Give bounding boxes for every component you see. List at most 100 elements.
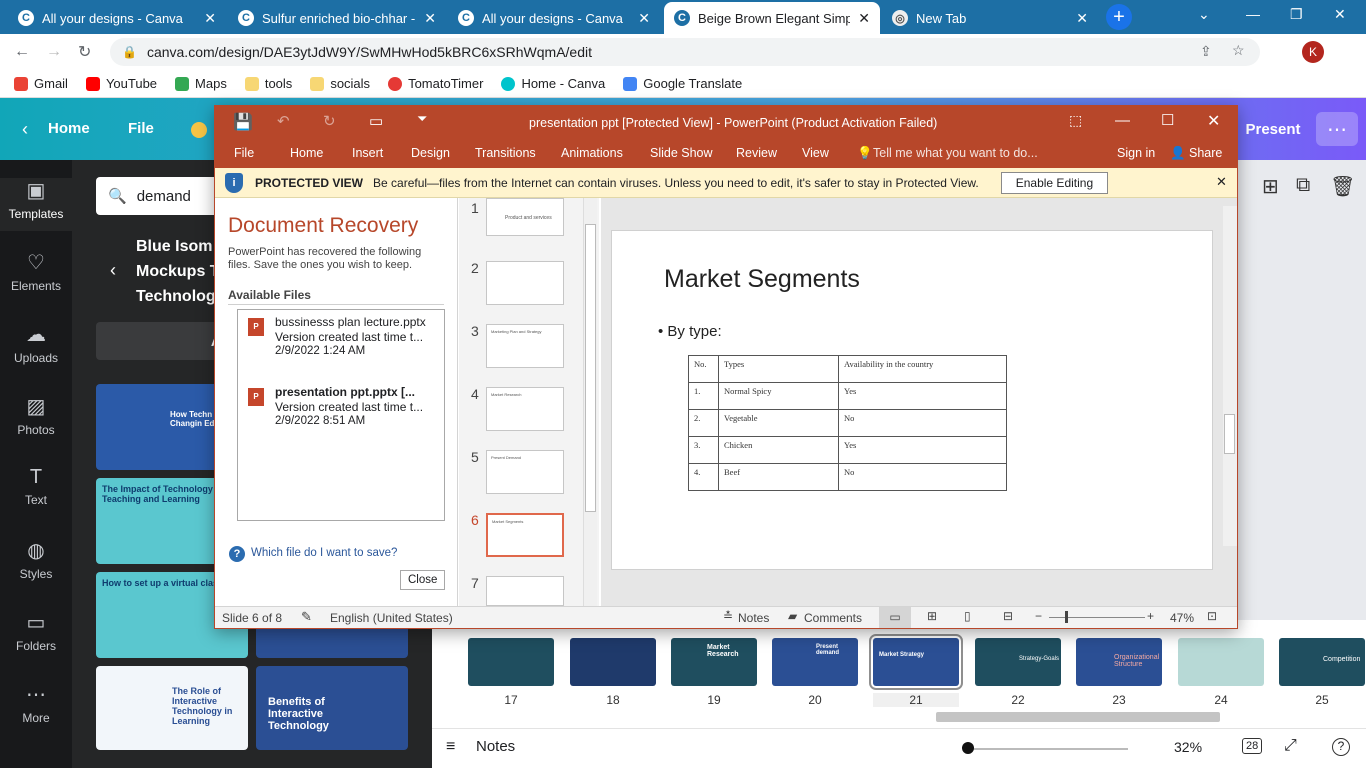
current-slide[interactable]: Market Segments • By type: No. Types Avail… [611,230,1213,570]
page-thumbnail[interactable] [570,638,656,686]
slide-thumbnail-selected[interactable]: Market Segments [486,513,564,557]
share-page-icon[interactable]: ⇪ [1200,43,1212,60]
close-tab-icon[interactable]: ✕ [424,10,436,27]
zoom-slider[interactable] [1049,617,1145,618]
tab-design[interactable]: Design [411,146,450,160]
bookmark-gmail[interactable]: Gmail [14,76,68,91]
thumbnail-scrollbar[interactable] [583,198,597,606]
new-tab-button[interactable]: + [1106,4,1132,30]
page-count[interactable]: 28 [1242,738,1263,754]
back-chevron-icon[interactable]: ‹ [110,260,116,281]
language-indicator[interactable]: English (United States) [330,611,453,625]
reading-view-icon[interactable]: ▯ [964,609,971,623]
help-icon[interactable]: ? [1332,738,1350,756]
slideshow-view-icon[interactable]: ⊟ [1003,609,1013,623]
zoom-level[interactable]: 32% [1174,739,1202,755]
rail-folders[interactable]: ▭ Folders [0,610,72,653]
recovered-file-item[interactable]: P bussinesss plan lecture.pptx Version c… [238,310,444,370]
slide-thumbnail[interactable]: Present Demand [486,450,564,494]
close-tab-icon[interactable]: ✕ [858,10,870,27]
tab-search-icon[interactable]: ⌄ [1198,6,1210,23]
back-icon[interactable]: ← [14,43,30,61]
browser-tab[interactable]: C Sulfur enriched bio-chhar - R ✕ [228,2,446,34]
browser-tab[interactable]: ◎ New Tab ✕ [882,2,1098,34]
rail-styles[interactable]: ◍ Styles [0,538,72,581]
slide-thumbnail[interactable]: Market Research [486,387,564,431]
sign-in-link[interactable]: Sign in [1117,146,1155,160]
start-slideshow-icon[interactable]: ▭ [369,112,383,130]
bookmark-star-icon[interactable]: ☆ [1232,42,1245,59]
page-thumbnail[interactable] [468,638,554,686]
undo-icon[interactable]: ↶ [277,112,290,130]
page-thumbnail[interactable]: Strategy-Goals [975,638,1061,686]
template-thumbnail[interactable]: Benefits of Interactive Technology [256,666,408,750]
delete-page-icon[interactable]: 🗑 [1330,174,1355,199]
scrollbar-thumb[interactable] [585,224,596,512]
page-thumbnail-selected[interactable]: Market Strategy [869,634,963,690]
page-thumbnail[interactable] [1178,638,1264,686]
bookmark-folder-tools[interactable]: tools [244,76,292,91]
slide-sorter-icon[interactable]: ⊞ [927,609,937,623]
fullscreen-icon[interactable]: ⤢ [1284,737,1297,755]
rail-templates[interactable]: ▣ Templates [0,178,72,231]
slide-thumbnail[interactable]: Product and services [486,198,564,236]
notes-toggle[interactable]: Notes [738,611,769,625]
restore-window-icon[interactable]: ❐ [1290,6,1303,23]
rail-photos[interactable]: ▨ Photos [0,394,72,437]
page-thumbnail[interactable]: Organizational Structure [1076,638,1162,686]
zoom-out-icon[interactable]: − [1035,609,1042,623]
enable-editing-button[interactable]: Enable Editing [1000,171,1109,194]
bookmark-maps[interactable]: Maps [175,76,227,91]
close-tab-icon[interactable]: ✕ [638,10,650,27]
close-icon[interactable]: ✕ [1207,111,1220,131]
zoom-percentage[interactable]: 47% [1170,611,1194,625]
forward-icon[interactable]: → [46,43,62,61]
share-button[interactable]: Share [1189,146,1222,160]
add-page-icon[interactable]: ⊞ [1262,174,1279,199]
tab-slide-show[interactable]: Slide Show [650,146,713,160]
duplicate-page-icon[interactable]: ⧉ [1296,174,1310,197]
page-thumbnail[interactable]: Market Research [671,638,757,686]
browser-tab[interactable]: C All your designs - Canva ✕ [8,2,226,34]
fit-to-window-icon[interactable]: ⊡ [1207,609,1217,623]
slide-thumbnail[interactable]: Marketing Plan and Strategy [486,324,564,368]
tab-insert[interactable]: Insert [352,146,383,160]
bookmark-tomatotimer[interactable]: TomatoTimer [388,76,483,91]
close-message-icon[interactable]: ✕ [1216,174,1227,190]
rail-elements[interactable]: ♡ Elements [0,250,72,293]
save-icon[interactable]: 💾 [233,112,253,132]
slide-thumbnail[interactable] [486,261,564,305]
scrollbar-thumb[interactable] [1224,414,1235,454]
zoom-slider-handle[interactable] [1065,611,1068,623]
rail-more[interactable]: ⋯ More [0,682,72,725]
slide-thumbnail[interactable] [486,576,564,606]
tab-animations[interactable]: Animations [561,146,623,160]
browser-tab-active[interactable]: C Beige Brown Elegant Simple ✕ [664,2,880,34]
editor-vertical-scrollbar[interactable] [1223,206,1237,546]
more-options-button[interactable]: ⋯ [1316,112,1358,146]
home-link[interactable]: Home [48,120,90,137]
page-thumbnail[interactable]: Competition [1279,638,1365,686]
close-window-icon[interactable]: ✕ [1334,6,1346,23]
bookmark-youtube[interactable]: YouTube [85,76,157,91]
minimize-icon[interactable]: — [1115,112,1130,129]
tell-me-search[interactable]: Tell me what you want to do... [873,146,1038,160]
comments-toggle[interactable]: Comments [804,611,862,625]
tab-view[interactable]: View [802,146,829,160]
profile-avatar[interactable]: K [1302,41,1324,63]
zoom-in-icon[interactable]: + [1147,609,1154,623]
rail-text[interactable]: T Text [0,466,72,507]
rail-uploads[interactable]: ☁ Uploads [0,322,72,365]
chevron-left-icon[interactable]: ‹ [22,119,28,140]
close-tab-icon[interactable]: ✕ [1076,10,1088,27]
spellcheck-icon[interactable]: ✎ [301,609,312,625]
bookmark-google-translate[interactable]: Google Translate [623,76,742,91]
tab-home[interactable]: Home [290,146,323,160]
redo-icon[interactable]: ↻ [323,112,336,130]
which-file-help-link[interactable]: Which file do I want to save? [251,547,397,559]
url-field[interactable]: 🔒 canva.com/design/DAE3ytJdW9Y/SwMHwHod5… [110,38,1260,66]
present-button[interactable]: Present [1238,114,1308,144]
customize-quick-access-icon[interactable]: ⏷ [417,111,427,127]
file-menu[interactable]: File [128,120,154,137]
page-thumbnail[interactable]: Present demand [772,638,858,686]
